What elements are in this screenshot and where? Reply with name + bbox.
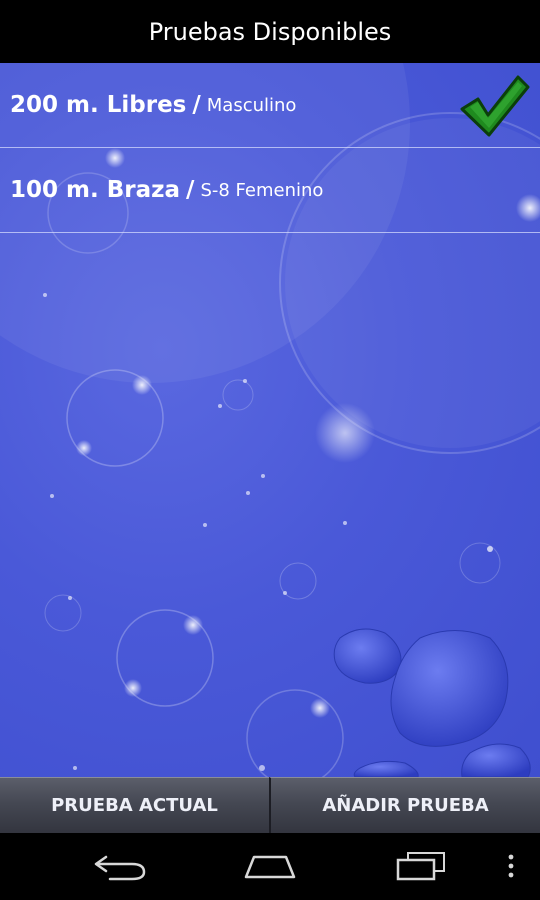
event-name: 100 m. Braza [10, 177, 181, 203]
current-event-button[interactable]: PRUEBA ACTUAL [0, 777, 269, 833]
event-name: 200 m. Libres [10, 92, 187, 118]
events-panel: 200 m. Libres / Masculino 100 m. Braza /… [0, 63, 540, 777]
event-separator: / [186, 177, 195, 203]
event-category: Masculino [206, 94, 297, 116]
add-event-button[interactable]: AÑADIR PRUEBA [269, 777, 540, 833]
back-icon[interactable] [92, 851, 150, 881]
event-row-1[interactable]: 100 m. Braza / S-8 Femenino [0, 148, 540, 233]
system-navigation-bar [0, 833, 540, 900]
bottom-button-bar: PRUEBA ACTUAL AÑADIR PRUEBA [0, 777, 540, 833]
event-category: S-8 Femenino [200, 179, 324, 201]
action-bar: Pruebas Disponibles [0, 0, 540, 63]
overflow-menu-icon[interactable] [505, 851, 517, 881]
page-title: Pruebas Disponibles [148, 17, 392, 46]
event-row-0[interactable]: 200 m. Libres / Masculino [0, 63, 540, 148]
checkmark-icon [460, 75, 530, 137]
home-icon[interactable] [242, 851, 298, 881]
recent-apps-icon[interactable] [394, 851, 450, 881]
events-list: 200 m. Libres / Masculino 100 m. Braza /… [0, 63, 540, 233]
event-separator: / [192, 92, 201, 118]
